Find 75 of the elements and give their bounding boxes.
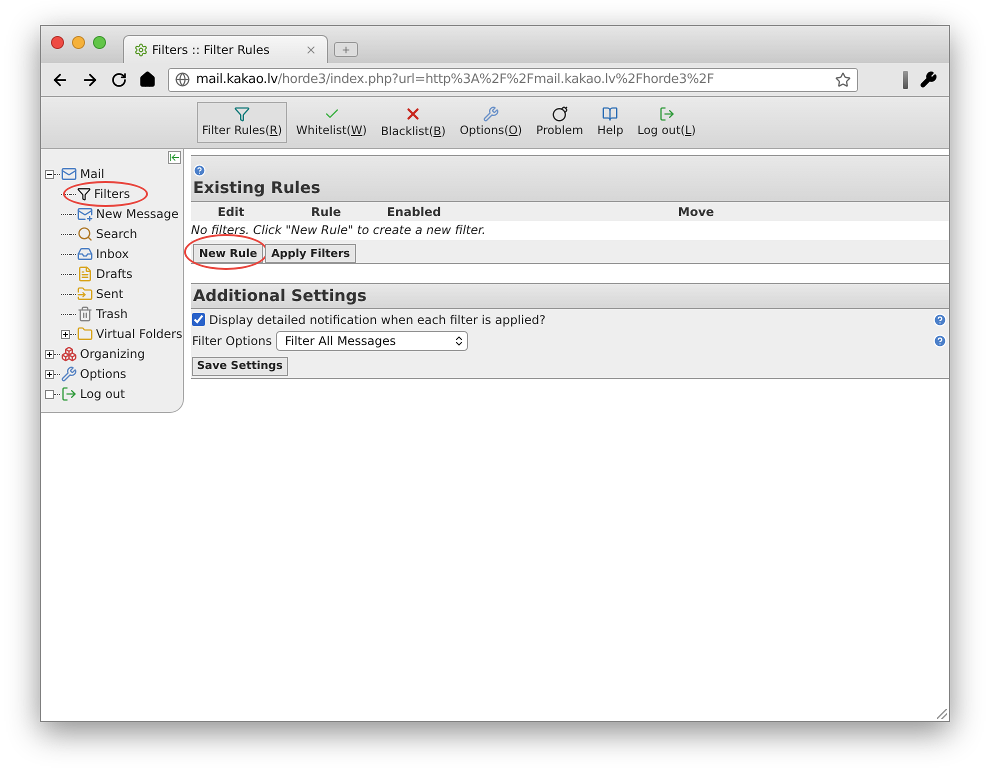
column-header: Edit: [216, 204, 246, 220]
filter-icon: [77, 187, 91, 201]
exit-icon: [61, 386, 77, 402]
section-title: Existing Rules: [193, 177, 322, 199]
wrench-icon[interactable]: [920, 71, 937, 88]
toolbar-button[interactable]: Filter Rules(R): [197, 102, 288, 144]
help-icon[interactable]: [193, 164, 206, 177]
toolbar-button[interactable]: Log out(L): [632, 102, 701, 144]
bomb-icon: [552, 106, 568, 122]
home-icon[interactable]: [139, 71, 156, 88]
notify-checkbox[interactable]: [192, 313, 205, 326]
page-icon[interactable]: [903, 70, 908, 88]
inbox-icon: [77, 246, 93, 262]
column-header: Enabled: [386, 204, 442, 220]
search-icon: [77, 226, 93, 242]
browser-tab[interactable]: Filters :: Filter Rules: [123, 35, 328, 63]
tab-title: Filters :: Filter Rules: [152, 42, 271, 58]
tree-item[interactable]: Log out: [80, 385, 125, 403]
help-icon[interactable]: [933, 334, 947, 348]
envelope-plus-icon: [77, 206, 93, 222]
reload-icon[interactable]: [111, 72, 127, 88]
plus-icon: [341, 44, 351, 54]
column-header: Rule: [310, 204, 342, 220]
tree-item[interactable]: Sent: [96, 285, 124, 303]
gear-icon: [134, 42, 148, 56]
tree-item[interactable]: New Message: [96, 205, 179, 223]
envelope-icon: [61, 166, 77, 182]
url-text: mail.kakao.lv/horde3/index.php?url=http%3A%2F%2Fmail.kakao.lv%2Fhorde3%2F: [196, 70, 715, 89]
collapse-icon[interactable]: [168, 151, 181, 164]
field-label: Filter Options: [192, 333, 272, 350]
zoom-window-button[interactable]: [93, 36, 106, 49]
column-header: Move: [676, 204, 716, 220]
section-title: Additional Settings: [193, 285, 367, 307]
tree-item[interactable]: Mail: [80, 165, 104, 183]
toolbar-button[interactable]: Problem: [531, 102, 588, 144]
folder-icon: [77, 326, 93, 342]
boxes-icon: [61, 346, 77, 362]
tree-item[interactable]: Options: [80, 365, 126, 383]
tree-toggle[interactable]: [45, 170, 54, 178]
toolbar-button[interactable]: Whitelist(W): [291, 102, 372, 144]
empty-message: No filters. Click "New Rule" to create a new filter.: [191, 221, 949, 240]
star-icon[interactable]: [835, 72, 851, 88]
wrench-icon: [482, 106, 499, 122]
filter-options-select[interactable]: Filter All Messages: [276, 331, 468, 351]
toolbar-button[interactable]: Options(O): [454, 102, 528, 144]
globe-icon: [175, 72, 190, 87]
rule-button[interactable]: Apply Filters: [265, 244, 356, 264]
close-window-button[interactable]: [51, 36, 64, 49]
tree-item[interactable]: Search: [96, 225, 138, 243]
tree-item[interactable]: Trash: [96, 305, 128, 323]
tree-item[interactable]: Virtual Folders: [96, 325, 182, 343]
document-icon: [77, 266, 93, 282]
close-icon[interactable]: [305, 44, 317, 56]
trash-icon: [77, 306, 93, 322]
book-icon: [602, 106, 618, 122]
tree-item[interactable]: Drafts: [96, 265, 132, 283]
help-icon[interactable]: [933, 312, 947, 326]
tree-toggle[interactable]: [45, 350, 54, 358]
tree-item[interactable]: Organizing: [80, 345, 145, 363]
rule-button[interactable]: New Rule: [193, 244, 264, 264]
toolbar-button[interactable]: Blacklist(B): [376, 100, 451, 144]
checkbox-label: Display detailed notification when each filter is applied?: [209, 312, 547, 328]
save-settings-button[interactable]: Save Settings: [192, 356, 288, 376]
tree-item[interactable]: Filters: [94, 185, 130, 203]
filter-icon: [234, 106, 250, 122]
tree-toggle[interactable]: [61, 330, 70, 338]
folder-arrow-icon: [77, 286, 93, 302]
new-tab-button[interactable]: [334, 42, 358, 57]
address-field[interactable]: mail.kakao.lv/horde3/index.php?url=http%3A%2F%2Fmail.kakao.lv%2Fhorde3%2F: [168, 68, 858, 92]
exit-icon: [658, 106, 675, 122]
tree-item[interactable]: Inbox: [96, 245, 129, 263]
tree-toggle[interactable]: [45, 390, 54, 398]
wrench-icon: [61, 366, 77, 382]
toolbar-button[interactable]: Help: [592, 102, 628, 144]
tree-toggle[interactable]: [45, 370, 54, 378]
